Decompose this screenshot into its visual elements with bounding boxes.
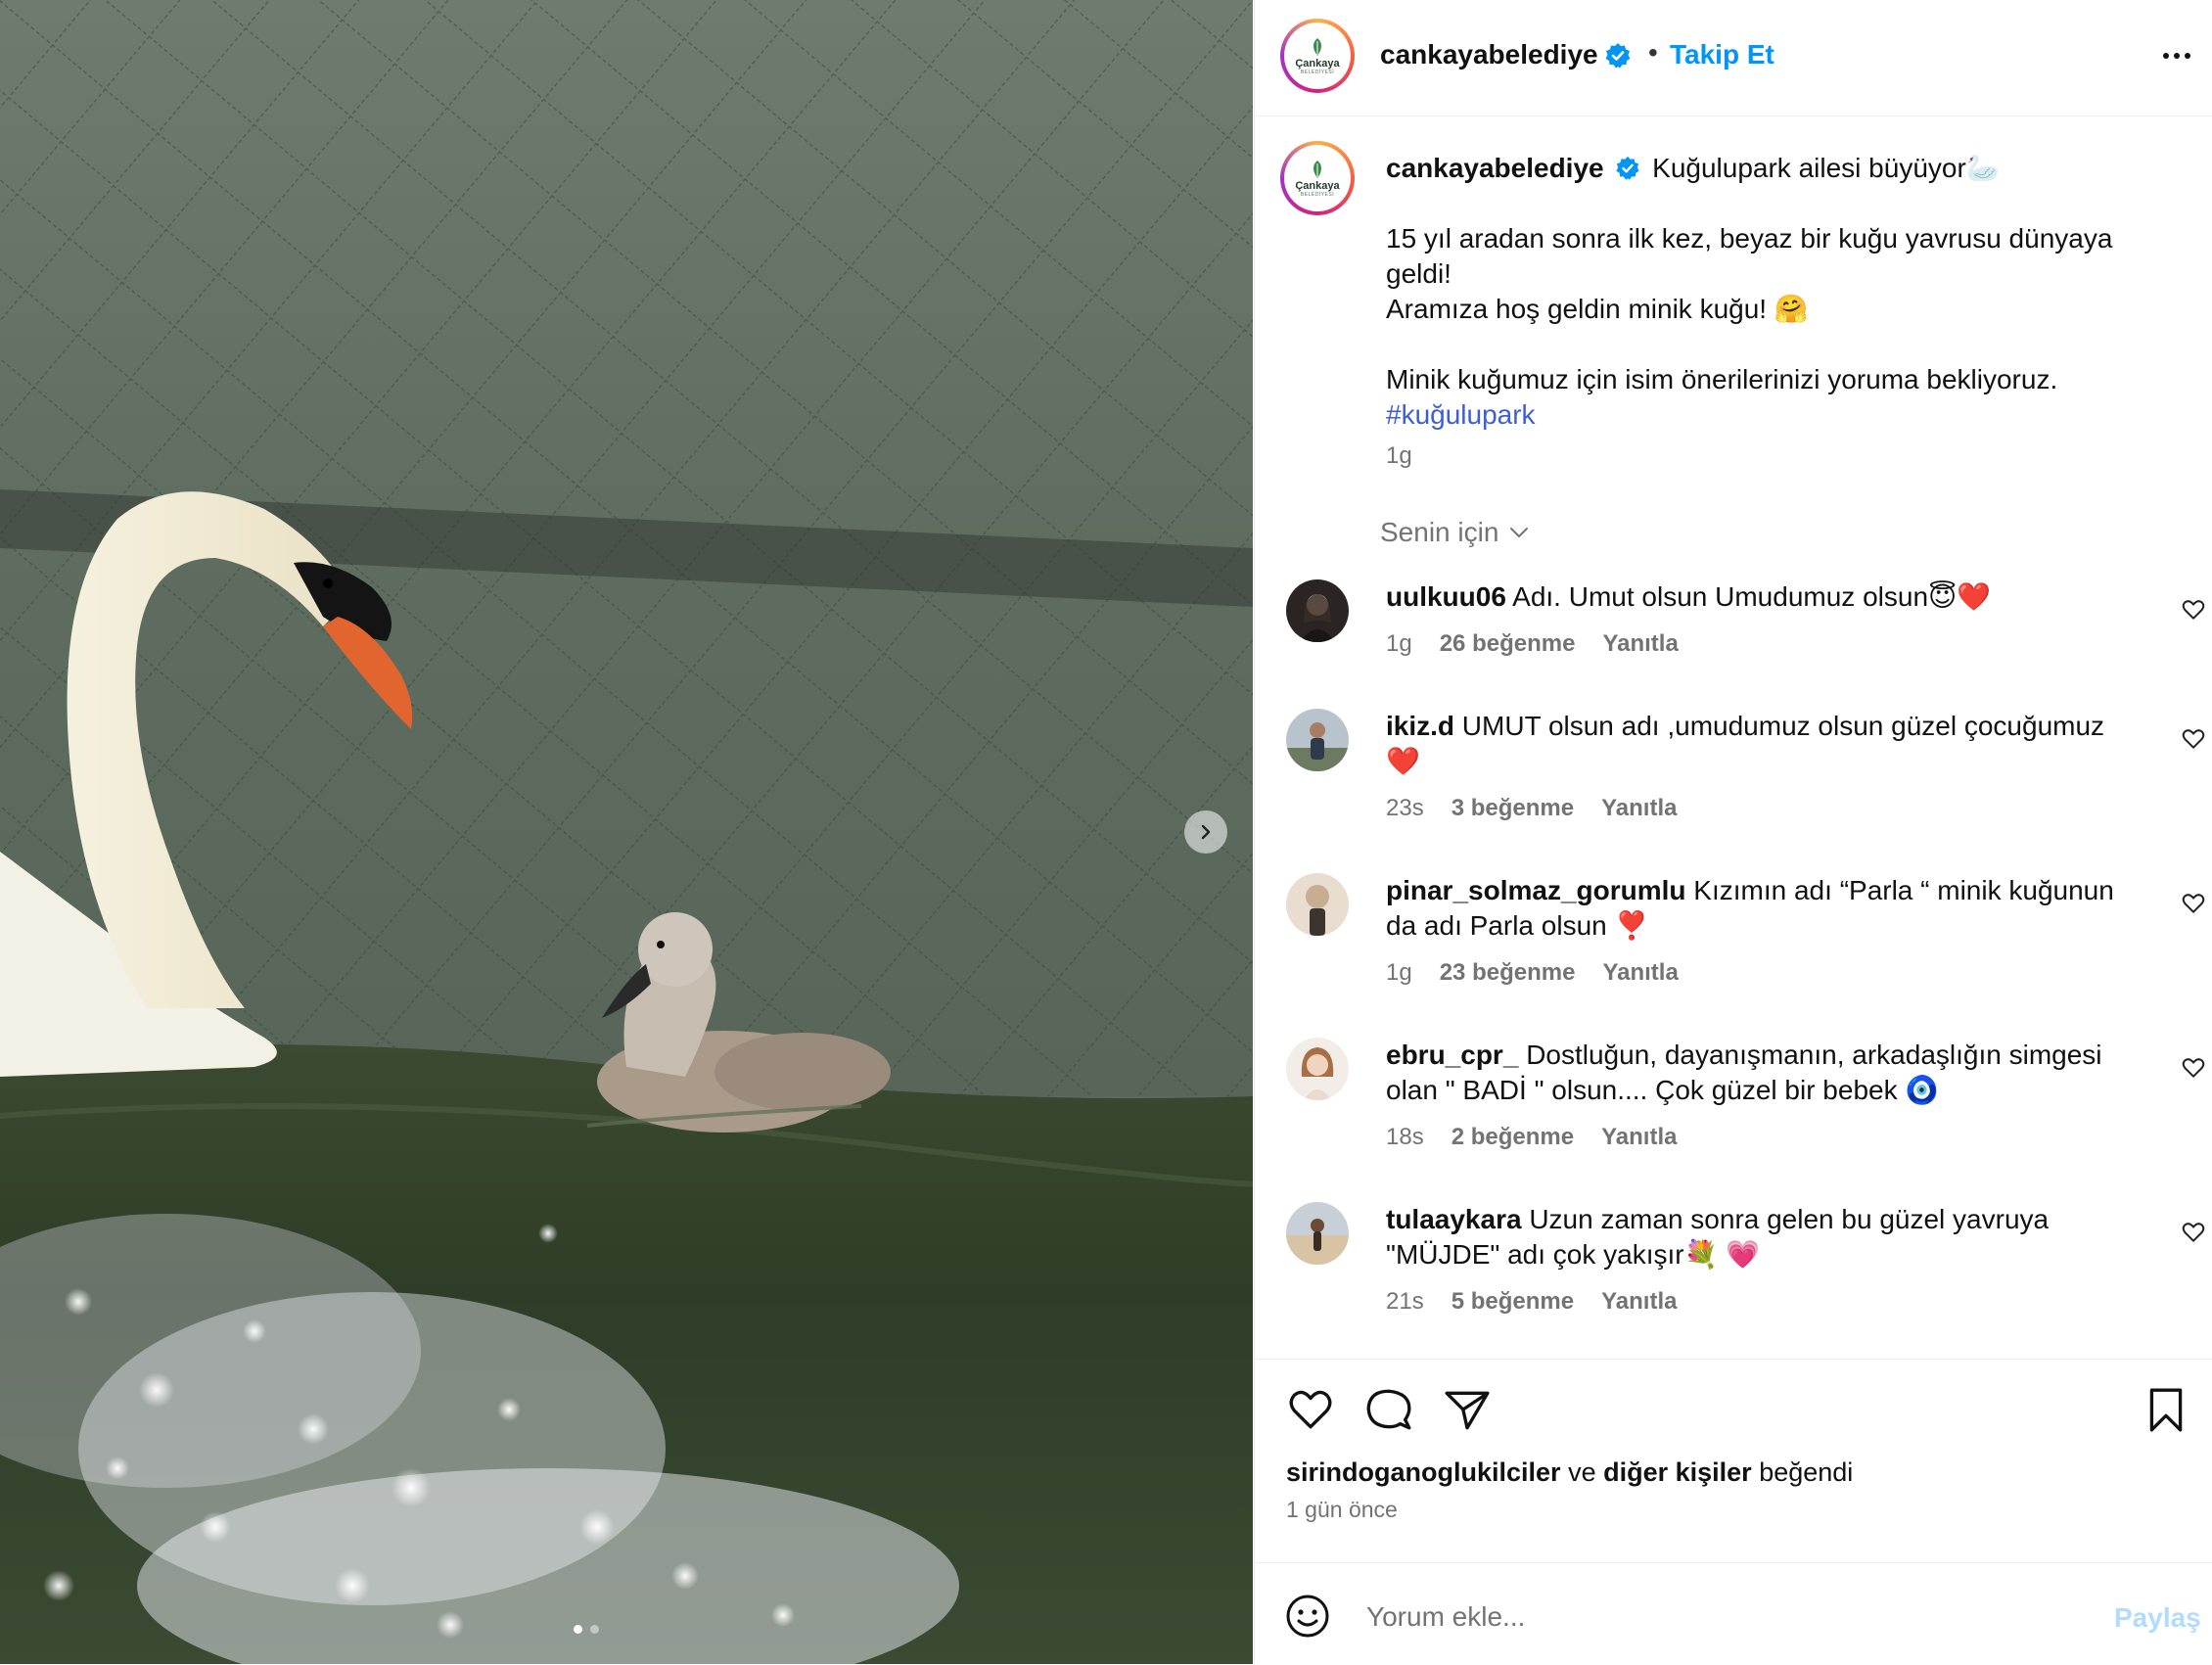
- caption-username[interactable]: cankayabelediye: [1386, 153, 1604, 183]
- avatar[interactable]: [1286, 709, 1349, 771]
- verified-badge-icon: [1616, 156, 1639, 180]
- caption-line-2: 15 yıl aradan sonra ilk kez, beyaz bir k…: [1386, 223, 2113, 289]
- emoji-icon[interactable]: [1284, 1593, 1331, 1640]
- header-username[interactable]: cankayabelediye: [1380, 39, 1598, 70]
- logo-subtext: BELEDİYESİ: [1300, 69, 1335, 75]
- chevron-right-icon: [1201, 824, 1211, 840]
- heart-icon[interactable]: [2181, 891, 2206, 916]
- caption-avatar-ring[interactable]: Çankaya BELEDİYESİ: [1280, 141, 1355, 215]
- carousel-next-button[interactable]: [1184, 810, 1227, 854]
- avatar[interactable]: [1286, 873, 1349, 936]
- verified-badge-icon: [1605, 43, 1631, 69]
- comment-time: 21s: [1386, 1288, 1424, 1315]
- carousel-dot: [574, 1625, 582, 1634]
- caption-hashtag[interactable]: #kuğulupark: [1386, 397, 2149, 433]
- likes-connector: ve: [1568, 1457, 1596, 1487]
- post-actions: sirindoganoglukilciler ve diğer kişiler …: [1255, 1359, 2212, 1555]
- comment-time: 1g: [1386, 630, 1412, 657]
- avatar[interactable]: [1286, 579, 1349, 642]
- comment-time: 23s: [1386, 795, 1424, 821]
- heart-icon[interactable]: [1286, 1385, 1335, 1434]
- cankaya-logo: Çankaya BELEDİYESİ: [1288, 26, 1347, 85]
- heart-icon[interactable]: [2181, 1055, 2206, 1081]
- caption-line-1: Kuğulupark ailesi büyüyor🦢: [1652, 153, 2001, 183]
- comments-filter-label: Senin için: [1380, 517, 1499, 547]
- chevron-down-icon: [1510, 528, 1529, 538]
- post-comment-button[interactable]: Paylaş: [2114, 1602, 2201, 1634]
- carousel-dot: [590, 1625, 599, 1634]
- comment-composer: Paylaş: [1255, 1562, 2212, 1665]
- follow-button[interactable]: Takip Et: [1670, 39, 1774, 70]
- reply-button[interactable]: Yanıtla: [1602, 630, 1678, 658]
- post-header: Çankaya BELEDİYESİ cankayabelediye • Tak…: [1255, 0, 2212, 116]
- heart-icon[interactable]: [2181, 1220, 2206, 1245]
- caption-line-4: Minik kuğumuz için isim önerilerinizi yo…: [1386, 364, 2058, 394]
- liked-by-others[interactable]: diğer kişiler: [1603, 1457, 1752, 1487]
- avatar[interactable]: [1286, 1038, 1349, 1100]
- comment-username[interactable]: ebru_cpr_: [1386, 1040, 1518, 1070]
- heart-icon[interactable]: [2181, 597, 2206, 623]
- comment-text: Adı. Umut olsun Umudumuz olsun😇❤️: [1512, 581, 1992, 612]
- post-age: 1 gün önce: [1286, 1497, 1398, 1522]
- comment-likes[interactable]: 5 beğenme: [1452, 1288, 1574, 1316]
- likes-summary: sirindoganoglukilciler ve diğer kişiler …: [1286, 1457, 1853, 1488]
- comment-time: 18s: [1386, 1124, 1424, 1150]
- post-photo: [0, 0, 1253, 1664]
- comments-filter-dropdown[interactable]: Senin için: [1380, 517, 1530, 548]
- caption-text: cankayabelediye Kuğulupark ailesi büyüyo…: [1386, 151, 2149, 433]
- comment-username[interactable]: uulkuu06: [1386, 581, 1506, 612]
- liked-by-user[interactable]: sirindoganoglukilciler: [1286, 1457, 1561, 1487]
- avatar[interactable]: [1286, 1202, 1349, 1265]
- leaf-logo-icon: [1313, 37, 1321, 56]
- logo-text: Çankaya: [1295, 179, 1340, 192]
- reply-button[interactable]: Yanıtla: [1601, 1288, 1677, 1316]
- swan-photo-image: [0, 0, 1253, 1664]
- comment-icon[interactable]: [1364, 1385, 1413, 1434]
- leaf-logo-icon: [1313, 160, 1321, 178]
- likes-suffix: beğendi: [1759, 1457, 1854, 1487]
- comment-time: 1g: [1386, 959, 1412, 986]
- comment-likes[interactable]: 3 beğenme: [1452, 795, 1574, 822]
- comment-username[interactable]: tulaaykara: [1386, 1204, 1522, 1234]
- post-side-panel: Çankaya BELEDİYESİ cankayabelediye • Tak…: [1254, 0, 2212, 1664]
- caption-line-3: Aramıza hoş geldin minik kuğu! 🤗: [1386, 294, 1809, 324]
- reply-button[interactable]: Yanıtla: [1602, 959, 1678, 987]
- bookmark-icon[interactable]: [2142, 1385, 2190, 1434]
- profile-avatar-ring[interactable]: Çankaya BELEDİYESİ: [1280, 19, 1355, 93]
- comment-likes[interactable]: 2 beğenme: [1452, 1124, 1574, 1151]
- logo-text: Çankaya: [1295, 57, 1340, 69]
- comment-likes[interactable]: 23 beğenme: [1440, 959, 1576, 987]
- header-separator: •: [1648, 37, 1658, 68]
- more-options-icon[interactable]: [2157, 41, 2196, 70]
- send-icon[interactable]: [1443, 1385, 1492, 1434]
- carousel-dots: [574, 1625, 599, 1634]
- cankaya-logo: Çankaya BELEDİYESİ: [1288, 149, 1347, 208]
- comment-text: UMUT olsun adı ,umudumuz olsun güzel çoc…: [1386, 711, 2105, 776]
- logo-subtext: BELEDİYESİ: [1300, 191, 1335, 198]
- caption-time: 1g: [1386, 442, 1412, 469]
- heart-icon[interactable]: [2181, 726, 2206, 752]
- reply-button[interactable]: Yanıtla: [1601, 1124, 1677, 1151]
- comment-input[interactable]: [1364, 1593, 2034, 1642]
- reply-button[interactable]: Yanıtla: [1601, 795, 1677, 822]
- comment-username[interactable]: ikiz.d: [1386, 711, 1454, 741]
- comment-likes[interactable]: 26 beğenme: [1440, 630, 1576, 658]
- comment-username[interactable]: pinar_solmaz_gorumlu: [1386, 875, 1686, 905]
